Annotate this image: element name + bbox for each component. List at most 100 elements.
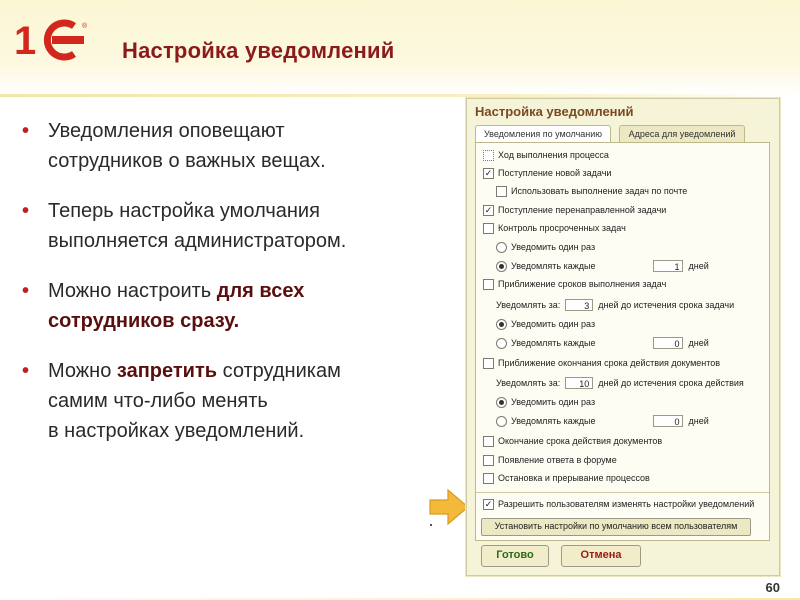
bullet-text: в настройках уведомлений.: [48, 420, 305, 442]
option-label: Остановка и прерывание процессов: [498, 473, 650, 483]
option-allow-users-change[interactable]: ✓ Разрешить пользователям изменять настр…: [483, 497, 754, 511]
bullet-text: Можно настроить для всех: [48, 276, 460, 306]
checkbox[interactable]: [483, 454, 494, 466]
option-label: Уведомить один раз: [511, 319, 596, 329]
bullet-text-part: Можно настроить: [48, 280, 217, 302]
bullet-text: сотрудников сразу.: [48, 306, 460, 336]
option-use-mail[interactable]: Использовать выполнение задач по почте: [496, 184, 687, 198]
option-label: Контроль просроченных задач: [498, 223, 626, 233]
radio-overdue-notify-every[interactable]: Уведомлять каждые 1 дней: [496, 259, 709, 273]
checkbox-checked[interactable]: ✓: [483, 204, 494, 216]
bullet-item: • Можно запретить сотрудникам самим что-…: [20, 356, 460, 446]
page-number: 60: [765, 580, 780, 595]
radio-doc-notify-once[interactable]: Уведомить один раз: [496, 395, 595, 409]
radio-button[interactable]: [496, 415, 507, 427]
decorative-dot: [430, 524, 432, 526]
tab-notification-addresses[interactable]: Адреса для уведомлений: [619, 125, 745, 142]
bullet-text-part: .: [233, 310, 240, 332]
radio-overdue-notify-once[interactable]: Уведомить один раз: [496, 240, 595, 254]
option-label: Окончание срока действия документов: [498, 436, 663, 446]
overdue-days-input[interactable]: 1: [653, 260, 684, 272]
doc-days-every-input[interactable]: 0: [653, 415, 684, 427]
checkbox[interactable]: [483, 278, 494, 290]
bullet-emphasis: сотрудников сразу: [48, 310, 234, 332]
radio-button[interactable]: [496, 241, 507, 253]
option-doc-expiry[interactable]: Окончание срока действия документов: [483, 434, 662, 448]
unit-label: дней: [688, 338, 709, 348]
field-label: Уведомлять за:: [496, 378, 561, 388]
checkbox[interactable]: [483, 222, 494, 234]
option-label: Уведомить один раз: [511, 397, 596, 407]
bullet-marker: •: [22, 120, 30, 142]
option-label: Появление ответа в форуме: [498, 455, 617, 465]
bullet-text: Можно запретить сотрудникам: [48, 356, 460, 386]
unit-label: дней: [688, 416, 709, 426]
svg-text:®: ®: [82, 22, 88, 30]
option-label: Приближение сроков выполнения задач: [498, 279, 667, 289]
bullet-marker: •: [22, 200, 30, 222]
pointer-arrow-icon: [429, 488, 469, 526]
tab-default-notifications[interactable]: Уведомления по умолчанию: [475, 125, 611, 143]
bullet-text: Теперь настройка умолчания: [48, 200, 320, 222]
unit-label: дней: [688, 261, 709, 271]
radio-button-selected[interactable]: [496, 318, 507, 330]
bullet-text-part: сотрудникам: [217, 360, 341, 382]
checkbox[interactable]: [483, 435, 494, 447]
row-doc-notify-before: Уведомлять за: 10 дней до истечения срок…: [496, 376, 744, 390]
separator: [476, 492, 769, 493]
option-doc-expiry-approach[interactable]: Приближение окончания срока действия док…: [483, 356, 720, 370]
slide-header: 1 ® Настройка уведомлений: [0, 0, 800, 95]
bullet-marker: •: [22, 360, 30, 382]
checkbox[interactable]: [483, 357, 494, 369]
option-new-task[interactable]: ✓ Поступление новой задачи: [483, 166, 611, 180]
radio-deadline-notify-every[interactable]: Уведомлять каждые 0 дней: [496, 336, 709, 350]
bullet-item: • Можно настроить для всех сотрудников с…: [20, 276, 460, 336]
checkbox[interactable]: [483, 472, 494, 484]
tab-panel: Ход выполнения процесса ✓ Поступление но…: [475, 142, 770, 541]
bullet-item: • Теперь настройка умолчания выполняется…: [20, 196, 460, 256]
unit-label: дней до истечения срока задачи: [598, 300, 735, 310]
1c-logo-icon: 1 ®: [14, 19, 88, 62]
svg-text:1: 1: [14, 19, 36, 62]
unit-label: дней до истечения срока действия: [598, 378, 744, 388]
deadline-days-before-input[interactable]: 3: [565, 299, 594, 311]
option-deadline-approach[interactable]: Приближение сроков выполнения задач: [483, 277, 666, 291]
bullet-text: сотрудников о важных вещах.: [48, 150, 326, 172]
bullet-text: Уведомления оповещают: [48, 120, 285, 142]
radio-button-selected[interactable]: [496, 260, 507, 272]
option-process-stop[interactable]: Остановка и прерывание процессов: [483, 471, 650, 485]
notification-settings-dialog: Настройка уведомлений Уведомления по умо…: [466, 98, 780, 576]
radio-deadline-notify-once[interactable]: Уведомить один раз: [496, 317, 595, 331]
option-task-progress[interactable]: Ход выполнения процесса: [483, 148, 609, 162]
doc-days-before-input[interactable]: 10: [565, 377, 594, 389]
dialog-title: Настройка уведомлений: [475, 104, 634, 119]
option-label: Уведомлять каждые: [511, 338, 596, 348]
option-label: Использовать выполнение задач по почте: [511, 186, 688, 196]
option-overdue-control[interactable]: Контроль просроченных задач: [483, 221, 626, 235]
option-label: Поступление новой задачи: [498, 168, 612, 178]
bullet-text: выполняется администратором.: [48, 230, 347, 252]
checkbox-checked[interactable]: ✓: [483, 498, 494, 510]
bullet-marker: •: [22, 280, 30, 302]
row-deadline-notify-before: Уведомлять за: 3 дней до истечения срока…: [496, 298, 734, 312]
option-redirected-task[interactable]: ✓ Поступление перенаправленной задачи: [483, 203, 666, 217]
field-label: Уведомлять за:: [496, 300, 561, 310]
cancel-button[interactable]: Отмена: [561, 545, 641, 567]
option-label: Уведомить один раз: [511, 242, 596, 252]
done-button[interactable]: Готово: [481, 545, 549, 567]
radio-button-selected[interactable]: [496, 396, 507, 408]
checkbox[interactable]: [483, 149, 494, 161]
bullet-text: самим что-либо менять: [48, 390, 268, 412]
bullet-item: • Уведомления оповещают сотрудников о ва…: [20, 116, 460, 176]
radio-button[interactable]: [496, 337, 507, 349]
radio-doc-notify-every[interactable]: Уведомлять каждые 0 дней: [496, 414, 709, 428]
checkbox[interactable]: [496, 185, 507, 197]
option-label: Ход выполнения процесса: [498, 150, 609, 160]
slide-title: Настройка уведомлений: [122, 38, 395, 63]
option-label: Поступление перенаправленной задачи: [498, 205, 667, 215]
bullet-list: • Уведомления оповещают сотрудников о ва…: [20, 116, 460, 466]
checkbox-checked[interactable]: ✓: [483, 167, 494, 179]
apply-defaults-all-users-button[interactable]: Установить настройки по умолчанию всем п…: [481, 518, 751, 536]
option-forum-reply[interactable]: Появление ответа в форуме: [483, 453, 617, 467]
deadline-days-every-input[interactable]: 0: [653, 337, 684, 349]
